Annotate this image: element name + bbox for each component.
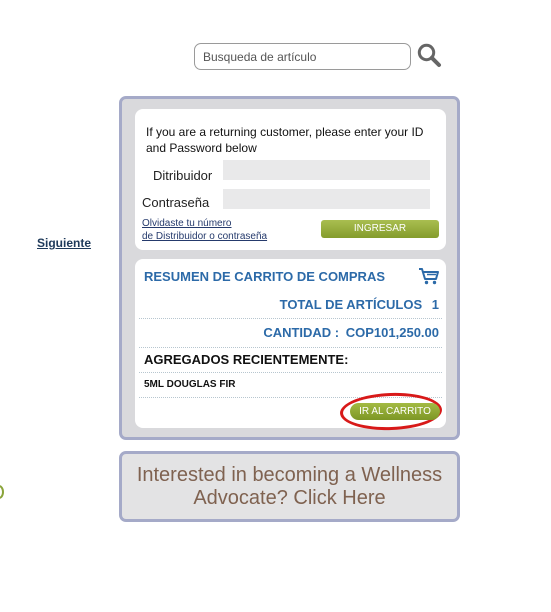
cart-summary-card: RESUMEN DE CARRITO DE COMPRAS TOTAL DE A…: [135, 259, 446, 432]
distributor-field[interactable]: [223, 160, 430, 180]
password-field[interactable]: [223, 189, 430, 209]
login-intro: If you are a returning customer, please …: [146, 125, 424, 155]
recently-added-item[interactable]: 5ML DOUGLAS FIR: [144, 379, 235, 390]
total-items-label: TOTAL DE ARTÍCULOS: [279, 297, 423, 312]
cart-summary-title: RESUMEN DE CARRITO DE COMPRAS: [144, 269, 386, 284]
sidebar-panel: If you are a returning customer, please …: [119, 96, 460, 440]
next-link[interactable]: Siguiente: [37, 236, 91, 250]
forgot-line-1: Olvidaste tu número: [142, 218, 232, 229]
amount-label: CANTIDAD :: [263, 325, 340, 340]
login-button[interactable]: INGRESAR: [321, 220, 439, 238]
distributor-label: Ditribuidor: [153, 168, 213, 183]
go-to-cart-button[interactable]: IR AL CARRITO: [350, 403, 440, 420]
search-icon[interactable]: [416, 42, 442, 68]
decorative-ring: [0, 485, 4, 499]
wellness-advocate-button[interactable]: Interested in becoming a Wellness Advoca…: [119, 451, 460, 522]
search-input[interactable]: [194, 43, 411, 70]
wellness-advocate-label: Interested in becoming a Wellness Advoca…: [136, 464, 443, 509]
divider: [139, 347, 442, 348]
shopping-cart-icon[interactable]: [418, 267, 440, 285]
amount-row: CANTIDAD : COP101,250.00: [263, 325, 439, 340]
login-card: If you are a returning customer, please …: [135, 109, 446, 250]
amount-value: COP101,250.00: [345, 325, 439, 340]
search-bar: [194, 43, 441, 70]
password-label: Contraseña: [142, 195, 210, 210]
divider: [139, 318, 442, 319]
recently-added-title: AGREGADOS RECIENTEMENTE:: [144, 352, 349, 367]
divider: [139, 372, 442, 373]
total-items-value: 1: [431, 297, 439, 312]
total-items-row: TOTAL DE ARTÍCULOS 1: [280, 297, 439, 312]
forgot-line-2: de Distribuidor o contraseña: [142, 231, 268, 242]
forgot-credentials-link[interactable]: Olvidaste tu número de Distribuidor o co…: [142, 217, 267, 243]
